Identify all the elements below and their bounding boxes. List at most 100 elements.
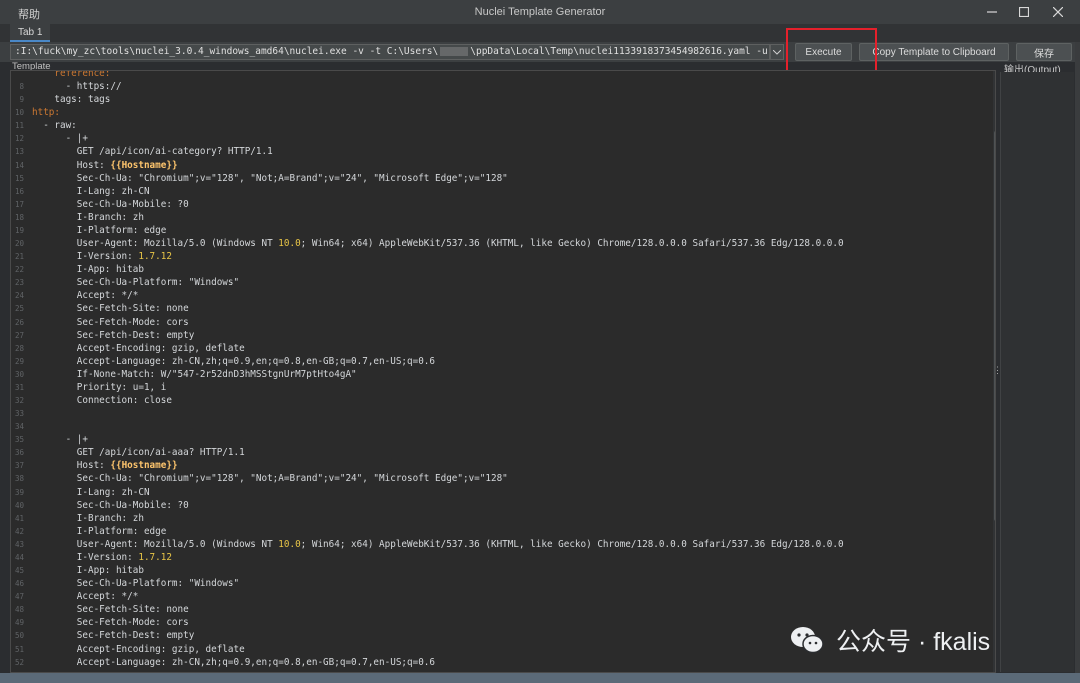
editor-line[interactable]: 17 Sec-Ch-Ua-Mobile: ?0 [11,198,991,211]
line-number: 17 [14,199,24,209]
editor-line[interactable]: 24 Accept: */* [11,289,991,302]
copy-template-button[interactable]: Copy Template to Clipboard [859,43,1009,61]
line-text: Host: {{Hostname}} [32,159,178,171]
line-text: Sec-Fetch-Site: none [32,604,189,616]
line-number: 40 [14,500,24,510]
maximize-button[interactable] [1008,2,1040,22]
line-text: http: [32,107,60,119]
editor-line[interactable]: 42 I-Platform: edge [11,525,991,538]
editor-line[interactable]: 27 Sec-Fetch-Dest: empty [11,329,991,342]
line-text: reference: [54,70,111,79]
line-text: Sec-Ch-Ua-Platform: "Windows" [32,277,240,289]
editor-line[interactable]: 13 GET /api/icon/ai-category? HTTP/1.1 [11,145,991,158]
line-text: I-Platform: edge [32,525,167,537]
line-number: 52 [14,657,24,667]
editor-line[interactable]: 16 I-Lang: zh-CN [11,185,991,198]
line-number: 10 [14,108,24,118]
editor-line[interactable]: 25 Sec-Fetch-Site: none [11,302,991,315]
line-number: 47 [14,592,24,602]
line-text: GET /api/icon/ai-aaa? HTTP/1.1 [32,447,245,459]
editor-line[interactable]: 18 I-Branch: zh [11,211,991,224]
line-number: 44 [14,552,24,562]
editor-line[interactable]: reference: [11,70,991,80]
editor-line[interactable]: 22 I-App: hitab [11,263,991,276]
line-number: 35 [14,435,24,445]
editor-line[interactable]: 37 Host: {{Hostname}} [11,459,991,472]
editor-line[interactable]: 48 Sec-Fetch-Site: none [11,603,991,616]
close-icon [1053,7,1063,17]
editor-line[interactable]: 46 Sec-Ch-Ua-Platform: "Windows" [11,577,991,590]
tab-1[interactable]: Tab 1 [10,24,51,42]
line-number: 21 [14,252,24,262]
output-pane[interactable] [1000,72,1074,672]
line-text: Sec-Ch-Ua: "Chromium";v="128", "Not;A=Br… [32,473,508,485]
editor-line[interactable]: 9 tags: tags [11,93,991,106]
editor-line[interactable]: 34 [11,420,991,433]
editor-line[interactable]: 21 I-Version: 1.7.12 [11,250,991,263]
editor-line[interactable]: 28 Accept-Encoding: gzip, deflate [11,342,991,355]
save-button[interactable]: 保存 [1016,43,1072,61]
line-text: - raw: [32,120,77,132]
editor-line[interactable]: 23 Sec-Ch-Ua-Platform: "Windows" [11,276,991,289]
editor-line[interactable]: 30 If-None-Match: W/"547-2r52dnD3hMSStgn… [11,368,991,381]
editor-line[interactable]: 41 I-Branch: zh [11,512,991,525]
tab-bar: Tab 1 [0,24,1080,42]
editor-line[interactable]: 33 [11,407,991,420]
editor-line[interactable]: 31 Priority: u=1, i [11,381,991,394]
editor-line[interactable]: 40 Sec-Ch-Ua-Mobile: ?0 [11,499,991,512]
line-number: 41 [14,513,24,523]
minimize-icon [987,11,997,13]
line-text: I-Branch: zh [32,211,144,223]
editor-line[interactable]: 44 I-Version: 1.7.12 [11,551,991,564]
editor-line[interactable]: 35 - |+ [11,433,991,446]
editor-line[interactable]: 10 http: [11,106,991,119]
command-input[interactable]: :I:\fuck\my_zc\tools\nuclei_3.0.4_window… [10,44,770,60]
toolbar: :I:\fuck\my_zc\tools\nuclei_3.0.4_window… [0,42,1080,62]
line-number: 31 [14,382,24,392]
editor-line[interactable]: 14 Host: {{Hostname}} [11,159,991,172]
execute-button[interactable]: Execute [795,43,852,61]
editor-line[interactable]: 45 I-App: hitab [11,564,991,577]
editor-line[interactable]: 11 - raw: [11,119,991,132]
editor-line[interactable]: 29 Accept-Language: zh-CN,zh;q=0.9,en;q=… [11,355,991,368]
line-text: Connection: close [32,395,172,406]
line-number: 48 [14,605,24,615]
editor-line[interactable]: 26 Sec-Fetch-Mode: cors [11,316,991,329]
chevron-down-icon [773,49,781,55]
editor-line[interactable]: 19 I-Platform: edge [11,224,991,237]
editor-line[interactable]: 47 Accept: */* [11,590,991,603]
line-text: If-None-Match: W/"547-2r52dnD3hMSStgnUrM… [32,368,357,380]
line-text: User-Agent: Mozilla/5.0 (Windows NT 10.0… [32,238,844,250]
watermark-text: 公众号 · fkalis [836,628,991,656]
line-number: 43 [14,539,24,549]
editor-line[interactable]: 12 - |+ [11,132,991,145]
command-dropdown-button[interactable] [770,44,784,60]
line-text: I-Version: 1.7.12 [32,551,172,563]
line-text: Accept-Encoding: gzip, deflate [32,342,245,354]
minimize-button[interactable] [976,2,1008,22]
line-text: Sec-Fetch-Mode: cors [32,617,189,629]
editor-line[interactable]: 15 Sec-Ch-Ua: "Chromium";v="128", "Not;A… [11,172,991,185]
command-text-suffix: \ppData\Local\Temp\nuclei113391837345498… [470,46,769,57]
line-number: 23 [14,278,24,288]
title-bar: 帮助 Nuclei Template Generator [0,0,1080,24]
editor-line[interactable]: 8 - https:// [11,80,991,93]
line-text: Sec-Fetch-Dest: empty [32,630,195,642]
editor-line[interactable]: 20 User-Agent: Mozilla/5.0 (Windows NT 1… [11,237,991,250]
scrollbar-thumb[interactable] [994,131,995,521]
line-text: - |+ [32,434,88,446]
menu-help[interactable]: 帮助 [18,6,40,22]
line-number: 25 [14,304,24,314]
editor-line[interactable]: 32 Connection: close [11,394,991,407]
template-editor[interactable]: reference: 8 - https://9 tags: tags 10 http… [10,70,996,673]
editor-line[interactable]: 38 Sec-Ch-Ua: "Chromium";v="128", "Not;A… [11,472,991,485]
editor-line[interactable]: 36 GET /api/icon/ai-aaa? HTTP/1.1 [11,446,991,459]
editor-line[interactable]: 39 I-Lang: zh-CN [11,486,991,499]
splitter-handle[interactable]: ⋮ [993,365,1002,375]
line-number: 29 [14,356,24,366]
line-number: 16 [14,186,24,196]
editor-line[interactable]: 43 User-Agent: Mozilla/5.0 (Windows NT 1… [11,538,991,551]
line-number: 28 [14,343,24,353]
line-number: 11 [14,121,24,131]
close-button[interactable] [1042,2,1074,22]
